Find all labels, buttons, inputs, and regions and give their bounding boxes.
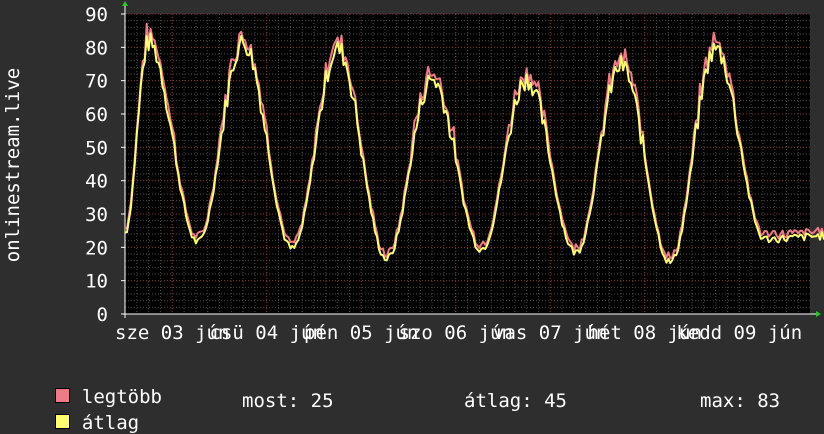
y-axis-label: onlinestream.live — [2, 68, 24, 262]
y-tick-label: 30 — [85, 204, 108, 226]
y-tick-label: 70 — [85, 71, 108, 93]
x-axis-arrow — [816, 311, 821, 317]
y-tick-label: 60 — [85, 104, 108, 126]
x-axis: sze 03 júncsü 04 júnpén 05 júnszo 06 jún… — [115, 311, 821, 344]
y-axis: 0 10 20 30 40 50 60 70 80 90 — [85, 1, 128, 326]
y-tick-label: 50 — [85, 137, 108, 159]
y-tick-label: 90 — [85, 4, 108, 26]
y-tick-label: 20 — [85, 237, 108, 259]
y-axis-arrow — [122, 1, 128, 6]
y-tick-label: 80 — [85, 37, 108, 59]
line-chart: 0 10 20 30 40 50 60 70 80 90 sze 03 júncsü 04 jún… — [2, 1, 824, 344]
y-tick-label: 10 — [85, 271, 108, 293]
legend-avg: átlag — [32, 390, 139, 434]
stat-max: max: 83 — [700, 390, 781, 412]
legend-avg-label: átlag — [81, 412, 140, 434]
stat-now: most: 25 — [242, 390, 334, 412]
x-tick-label: kedd 09 jún — [676, 322, 802, 344]
y-tick-label: 40 — [85, 171, 108, 193]
legend-avg-swatch — [54, 414, 70, 429]
stat-avg: átlag: 45 — [464, 390, 567, 412]
y-tick-label: 0 — [97, 304, 108, 326]
